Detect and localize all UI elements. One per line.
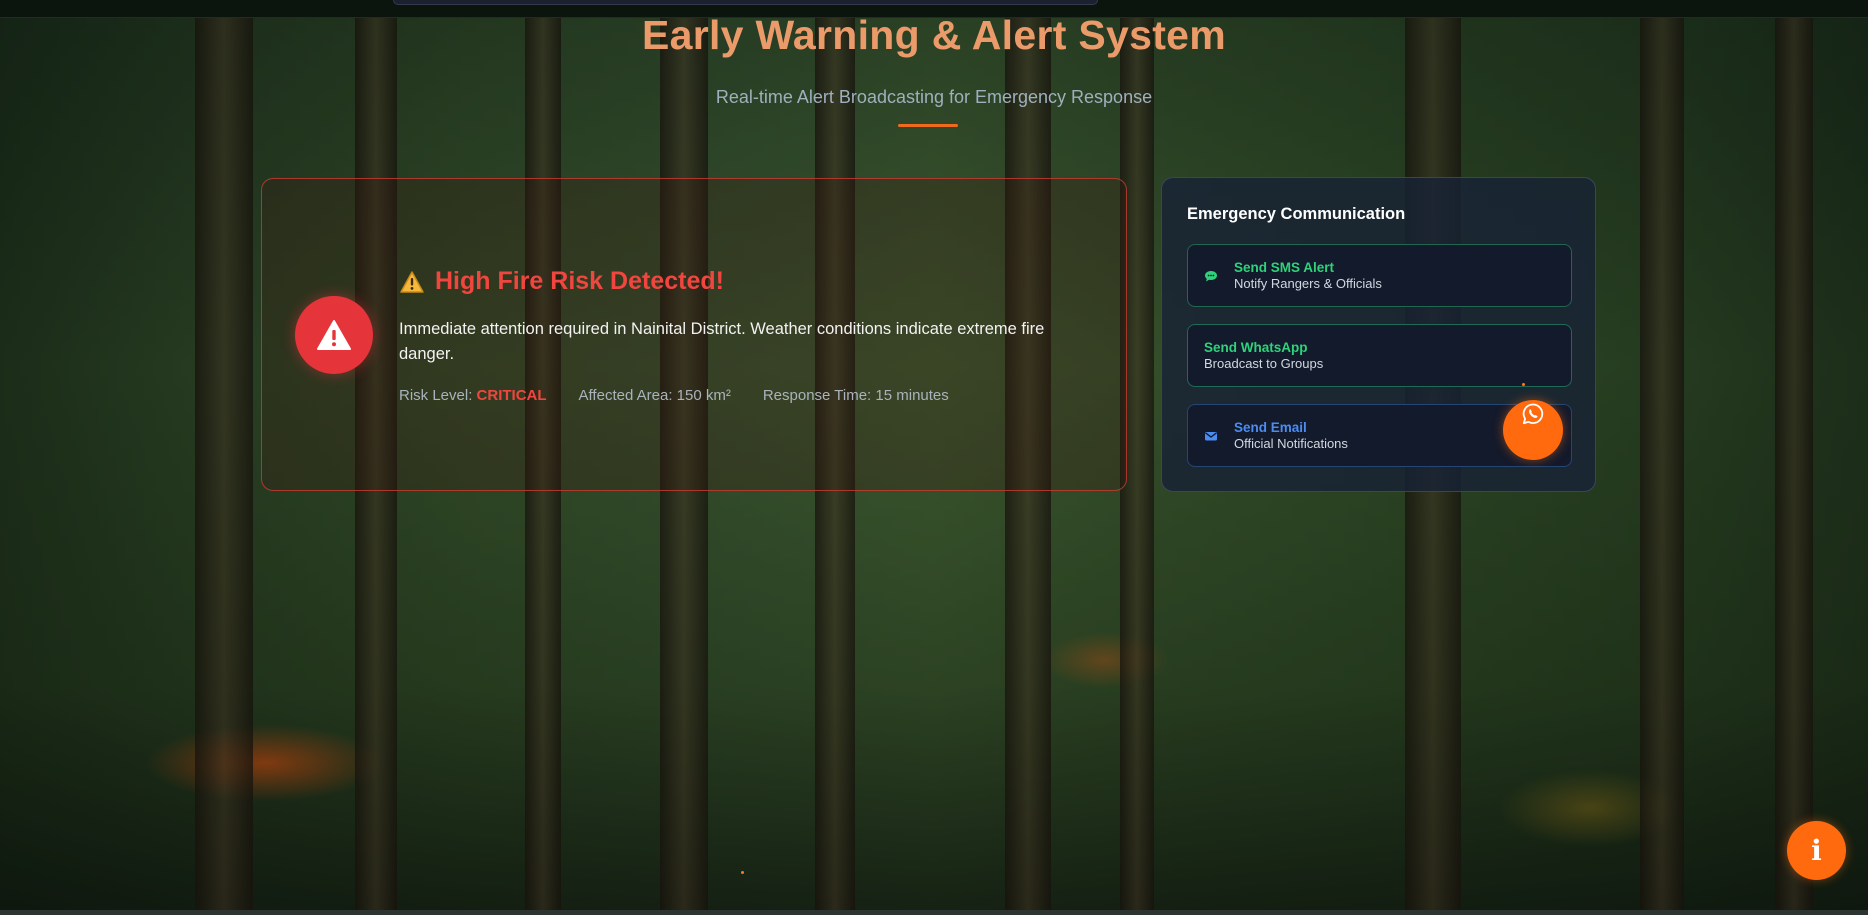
email-button-label: Send Email <box>1234 420 1307 435</box>
send-sms-button[interactable]: Send SMS Alert Notify Rangers & Official… <box>1187 244 1572 307</box>
risk-level-value: CRITICAL <box>476 387 547 404</box>
whatsapp-button-sub: Broadcast to Groups <box>1204 356 1324 371</box>
warning-triangle-icon <box>295 296 373 374</box>
sms-button-sub: Notify Rangers & Officials <box>1234 276 1382 291</box>
fire-alert-card: High Fire Risk Detected! Immediate atten… <box>261 178 1127 491</box>
navbar-tab <box>393 0 1098 5</box>
alert-message: Immediate attention required in Nainital… <box>399 320 1045 363</box>
bottom-border <box>0 910 1868 915</box>
tree-trunk <box>1775 0 1813 915</box>
envelope-icon <box>1205 432 1217 441</box>
risk-level-label: Risk Level: <box>399 387 477 404</box>
whatsapp-button-label: Send WhatsApp <box>1204 340 1308 355</box>
panel-title: Emergency Communication <box>1187 205 1406 223</box>
page-title: Early Warning & Alert System <box>641 12 1227 58</box>
affected-area: Affected Area: 150 km² <box>578 387 731 404</box>
alert-title: High Fire Risk Detected! <box>435 267 724 295</box>
page-subtitle: Real-time Alert Broadcasting for Emergen… <box>715 87 1153 107</box>
tree-trunk <box>195 0 253 915</box>
sms-button-label: Send SMS Alert <box>1234 260 1335 275</box>
whatsapp-icon <box>1522 403 1544 425</box>
title-divider <box>898 124 958 127</box>
email-button-sub: Official Notifications <box>1234 436 1348 451</box>
alert-heading: High Fire Risk Detected! <box>399 267 724 296</box>
risk-level: Risk Level: CRITICAL <box>399 387 547 404</box>
ember-particle <box>1522 383 1525 386</box>
whatsapp-floating-button[interactable] <box>1503 400 1563 460</box>
alert-meta: Risk Level: CRITICAL Affected Area: 150 … <box>399 387 981 404</box>
send-whatsapp-button[interactable]: Send WhatsApp Broadcast to Groups <box>1187 324 1572 387</box>
ember-particle <box>741 871 744 874</box>
tree-trunk <box>1640 0 1684 915</box>
info-button[interactable]: i <box>1787 821 1846 880</box>
chat-icon <box>1205 271 1217 282</box>
response-time: Response Time: 15 minutes <box>762 387 949 404</box>
warning-emoji-icon <box>400 270 424 293</box>
